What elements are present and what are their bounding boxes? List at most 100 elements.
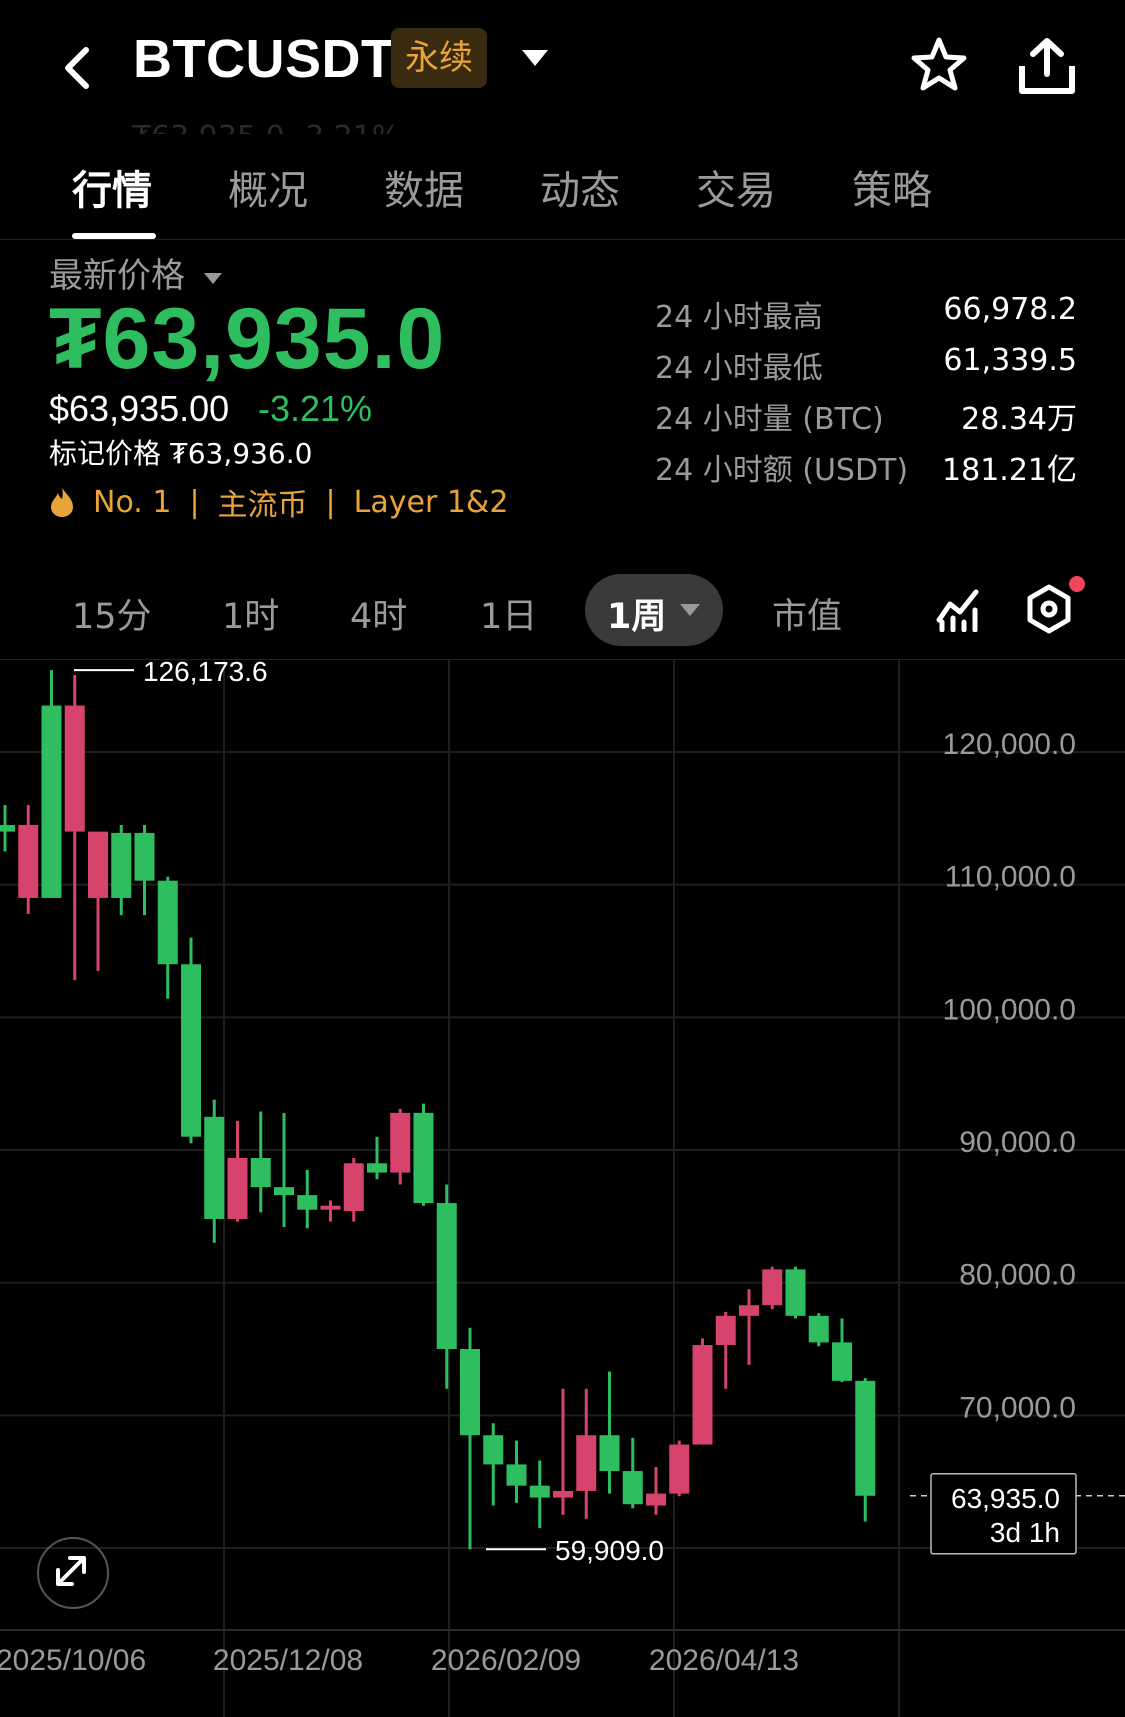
candle-body <box>529 1485 550 1498</box>
candle-body <box>320 1205 341 1210</box>
y-axis-tick-label: 110,000.0 <box>945 861 1076 894</box>
candle-body <box>483 1435 504 1465</box>
tab-news[interactable]: 动态 <box>540 158 620 216</box>
tab-divider <box>0 239 1125 240</box>
tag-separator: | <box>189 484 200 520</box>
stat-volume-label: 24 小时量 (BTC) <box>655 402 884 437</box>
stat-low-value: 61,339.5 <box>943 343 1077 378</box>
candle-body <box>855 1380 876 1496</box>
y-axis-tick-label: 70,000.0 <box>959 1391 1076 1424</box>
caret-down-icon <box>203 272 222 284</box>
symbol-dropdown-button[interactable] <box>520 46 550 70</box>
candle-body <box>343 1163 364 1212</box>
caret-down-icon <box>680 604 700 616</box>
symbol-title[interactable]: BTCUSDT <box>133 28 394 90</box>
share-icon <box>1019 38 1075 94</box>
mark-price-value: ₮63,936.0 <box>169 437 313 470</box>
y-axis-tick-label: 80,000.0 <box>959 1259 1076 1292</box>
tab-data[interactable]: 数据 <box>384 158 464 216</box>
stat-low-label: 24 小时最低 <box>655 351 823 386</box>
candle-body <box>204 1116 225 1219</box>
stat-volume-value: 28.34万 <box>961 402 1077 437</box>
caret-down-icon <box>522 50 548 66</box>
candle-body <box>227 1157 248 1219</box>
stat-high-value: 66,978.2 <box>943 292 1077 327</box>
tab-overview[interactable]: 概况 <box>228 158 308 216</box>
stat-turnover-label: 24 小时额 (USDT) <box>655 453 909 488</box>
candle-body <box>576 1435 597 1491</box>
layer-tag[interactable]: Layer 1&2 <box>354 485 509 520</box>
share-button[interactable] <box>1018 36 1076 96</box>
price-change-percent: -3.21% <box>258 388 373 429</box>
x-axis-tick-label: 2026/02/09 <box>431 1644 581 1677</box>
perpetual-badge: 永续 <box>391 28 487 88</box>
category-tag[interactable]: 主流币 <box>218 480 308 524</box>
chevron-left-icon <box>65 47 89 89</box>
candle-body <box>460 1349 480 1436</box>
min-price-label: 59,909.0 <box>555 1535 664 1566</box>
expand-icon <box>56 1556 86 1586</box>
timeframe-market-cap[interactable]: 市值 <box>772 588 842 639</box>
candle-body <box>622 1471 643 1505</box>
candle-body <box>739 1305 759 1316</box>
candle-body <box>41 705 62 898</box>
chart-indicator-icon <box>936 589 979 633</box>
candle-body <box>646 1493 666 1506</box>
candle-body <box>669 1444 690 1494</box>
candle-countdown: 3d 1h <box>990 1517 1060 1548</box>
back-button[interactable] <box>58 40 98 96</box>
fullscreen-button[interactable] <box>37 1537 109 1609</box>
tab-trade[interactable]: 交易 <box>696 158 776 216</box>
timeframe-4h[interactable]: 4时 <box>350 588 407 639</box>
candle-body <box>111 832 132 898</box>
mark-price-label: 标记价格 <box>49 437 162 470</box>
chart-settings-button[interactable] <box>1026 584 1072 634</box>
x-axis-tick-label: 2025/10/06 <box>0 1644 146 1677</box>
timeframe-1d[interactable]: 1日 <box>480 588 537 639</box>
timeframe-15m[interactable]: 15分 <box>72 588 152 639</box>
rank-tag[interactable]: No. 1 <box>93 485 171 520</box>
notification-dot <box>1069 576 1085 592</box>
candle-body <box>181 964 201 1137</box>
candle-body <box>506 1464 527 1486</box>
last-price-value: 63,935.0 <box>951 1483 1060 1514</box>
max-price-label: 126,173.6 <box>143 660 268 687</box>
x-axis-tick-label: 2025/12/08 <box>213 1644 363 1677</box>
candle-body <box>0 824 15 832</box>
last-price: ₮63,935.0 <box>49 291 446 387</box>
candle-body <box>832 1342 852 1381</box>
tab-strategy[interactable]: 策略 <box>852 158 932 216</box>
candle-body <box>715 1315 736 1346</box>
candle-body <box>134 832 155 881</box>
y-axis-tick-label: 120,000.0 <box>943 728 1076 761</box>
candle-body <box>250 1157 271 1188</box>
star-icon <box>911 37 967 91</box>
favorite-button[interactable] <box>910 36 968 94</box>
candle-body <box>297 1195 318 1210</box>
tag-separator: | <box>325 484 336 520</box>
timeframe-active-label: 1周 <box>607 597 667 637</box>
x-axis-tick-label: 2026/04/13 <box>649 1644 799 1677</box>
candle-body <box>762 1269 783 1306</box>
candle-body <box>436 1203 457 1349</box>
stat-high-label: 24 小时最高 <box>655 300 823 335</box>
y-axis-tick-label: 90,000.0 <box>959 1126 1076 1159</box>
fire-icon <box>51 487 73 517</box>
candle-body <box>18 824 39 898</box>
sticky-price-preview: ₮63,935.0 -3.21% <box>132 118 400 134</box>
candle-body <box>64 705 85 832</box>
indicators-button[interactable] <box>936 586 980 633</box>
candle-body <box>808 1315 829 1343</box>
tab-market[interactable]: 行情 <box>72 158 152 216</box>
stat-turnover-value: 181.21亿 <box>942 453 1077 488</box>
usd-price: $63,935.00 <box>49 388 230 429</box>
candle-body <box>390 1112 411 1173</box>
timeframe-1h[interactable]: 1时 <box>222 588 279 639</box>
candle-body <box>274 1187 294 1196</box>
y-axis-tick-label: 100,000.0 <box>943 993 1076 1026</box>
hexagon-settings-icon <box>1027 584 1071 634</box>
candle-body <box>88 831 108 898</box>
candle-body <box>157 880 178 965</box>
candle-body <box>785 1269 806 1316</box>
candlestick-chart[interactable]: 120,000.0 110,000.0 100,000.0 90,000.0 80,00… <box>0 660 1125 1717</box>
